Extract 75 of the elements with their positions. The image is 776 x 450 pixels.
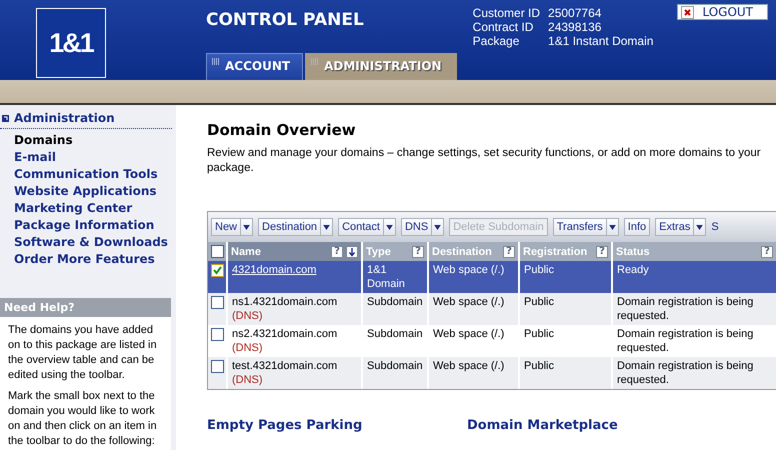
sidebar-item[interactable]: Domains (14, 132, 176, 149)
page-description: Review and manage your domains – change settings, set security functions, or add on more domains to your package. (207, 146, 762, 176)
sidebar-item[interactable]: Website Applications (14, 183, 176, 200)
status-cell: Domain registration is being requested. (617, 360, 754, 386)
help-button[interactable]: ? (412, 246, 424, 258)
help-button[interactable]: ? (596, 246, 608, 258)
status-cell: Domain registration is being requested. (617, 296, 754, 322)
logo: 1&1 (36, 8, 106, 78)
help-text: The domains you have added on to this package are listed in the overview table and can be edited using the toolbar. (8, 323, 158, 383)
domain-name: test.4321domain.com (232, 360, 338, 372)
info-value: 25007764 (548, 6, 602, 20)
sort-down-icon[interactable] (346, 246, 358, 258)
sidebar-item[interactable]: Package Information (14, 217, 176, 234)
dns-label: (DNS) (232, 341, 264, 355)
help-button[interactable]: ? (761, 246, 773, 258)
dropdown-arrow-icon (434, 224, 442, 230)
type-cell: 1&1 Domain (367, 264, 405, 290)
dropdown-arrow-icon (696, 224, 704, 230)
section-heading: Domain Marketplace (467, 418, 619, 433)
sidebar-item[interactable]: Order More Features (14, 251, 176, 268)
type-cell: Subdomain (367, 296, 423, 308)
sidebar-item[interactable]: E-mail (14, 149, 176, 166)
sidebar-item[interactable]: Communication Tools (14, 166, 176, 183)
dropdown-arrow-icon (243, 224, 250, 230)
sidebar-heading: Administration (14, 111, 115, 125)
status-cell: Domain registration is being requested. (617, 328, 754, 354)
info-label: Package (472, 34, 520, 48)
registration-cell: Public (524, 296, 554, 308)
registration-cell: Public (524, 264, 554, 276)
sidebar-item[interactable]: Marketing Center (14, 200, 176, 217)
sidebar-item[interactable]: Software & Downloads (14, 234, 176, 251)
row-checkbox[interactable] (211, 328, 224, 341)
collapse-icon[interactable] (2, 114, 9, 122)
toolbar-button[interactable]: Transfers (552, 218, 619, 236)
dns-label: (DNS) (232, 373, 264, 387)
toolbar-button[interactable]: Contact (338, 218, 396, 236)
info-label: Customer ID (472, 6, 540, 20)
info-label: Contract ID (472, 20, 534, 34)
logout-button[interactable]: LOGOUT (677, 4, 768, 20)
select-all-checkbox[interactable] (211, 245, 224, 258)
help-button[interactable]: ? (503, 246, 515, 258)
row-checkbox[interactable] (211, 264, 224, 277)
toolbar-item[interactable]: S (711, 218, 719, 236)
header-title: CONTROL PANEL (206, 10, 365, 30)
help-button[interactable]: ? (331, 246, 343, 258)
toolbar-button[interactable]: New (211, 218, 254, 236)
help-title: Need Help? (0, 298, 171, 317)
status-cell: Ready (617, 264, 649, 276)
destination-cell: Web space (/.) (433, 264, 504, 276)
help-text: Mark the small box next to the domain you would like to work on and then click on an item in the toolbar to do the following: (8, 389, 158, 449)
domain-name: ns2.4321domain.com (232, 328, 338, 340)
nav-tab[interactable]: ACCOUNT (206, 53, 304, 80)
row-checkbox[interactable] (211, 360, 224, 373)
info-value: 1&1 Instant Domain (548, 34, 654, 48)
dns-label: (DNS) (232, 309, 264, 323)
close-icon (681, 6, 694, 18)
row-checkbox[interactable] (211, 296, 224, 309)
destination-cell: Web space (/.) (433, 360, 504, 372)
domain-name: ns1.4321domain.com (232, 296, 338, 308)
destination-cell: Web space (/.) (433, 296, 504, 308)
toolbar-button[interactable]: DNS (400, 218, 444, 236)
dropdown-arrow-icon (608, 224, 616, 230)
page-title: Domain Overview (207, 121, 357, 139)
registration-cell: Public (524, 328, 554, 340)
toolbar-button[interactable]: Destination (258, 218, 334, 236)
dropdown-arrow-icon (386, 224, 393, 230)
toolbar-button[interactable]: Extras (655, 218, 706, 236)
registration-cell: Public (524, 360, 554, 372)
section-heading: Empty Pages Parking (207, 418, 364, 433)
dropdown-arrow-icon (323, 224, 330, 230)
info-value: 24398136 (548, 20, 602, 34)
type-cell: Subdomain (367, 360, 423, 372)
toolbar-button[interactable]: Info (624, 218, 650, 236)
type-cell: Subdomain (367, 328, 423, 340)
destination-cell: Web space (/.) (433, 328, 504, 340)
